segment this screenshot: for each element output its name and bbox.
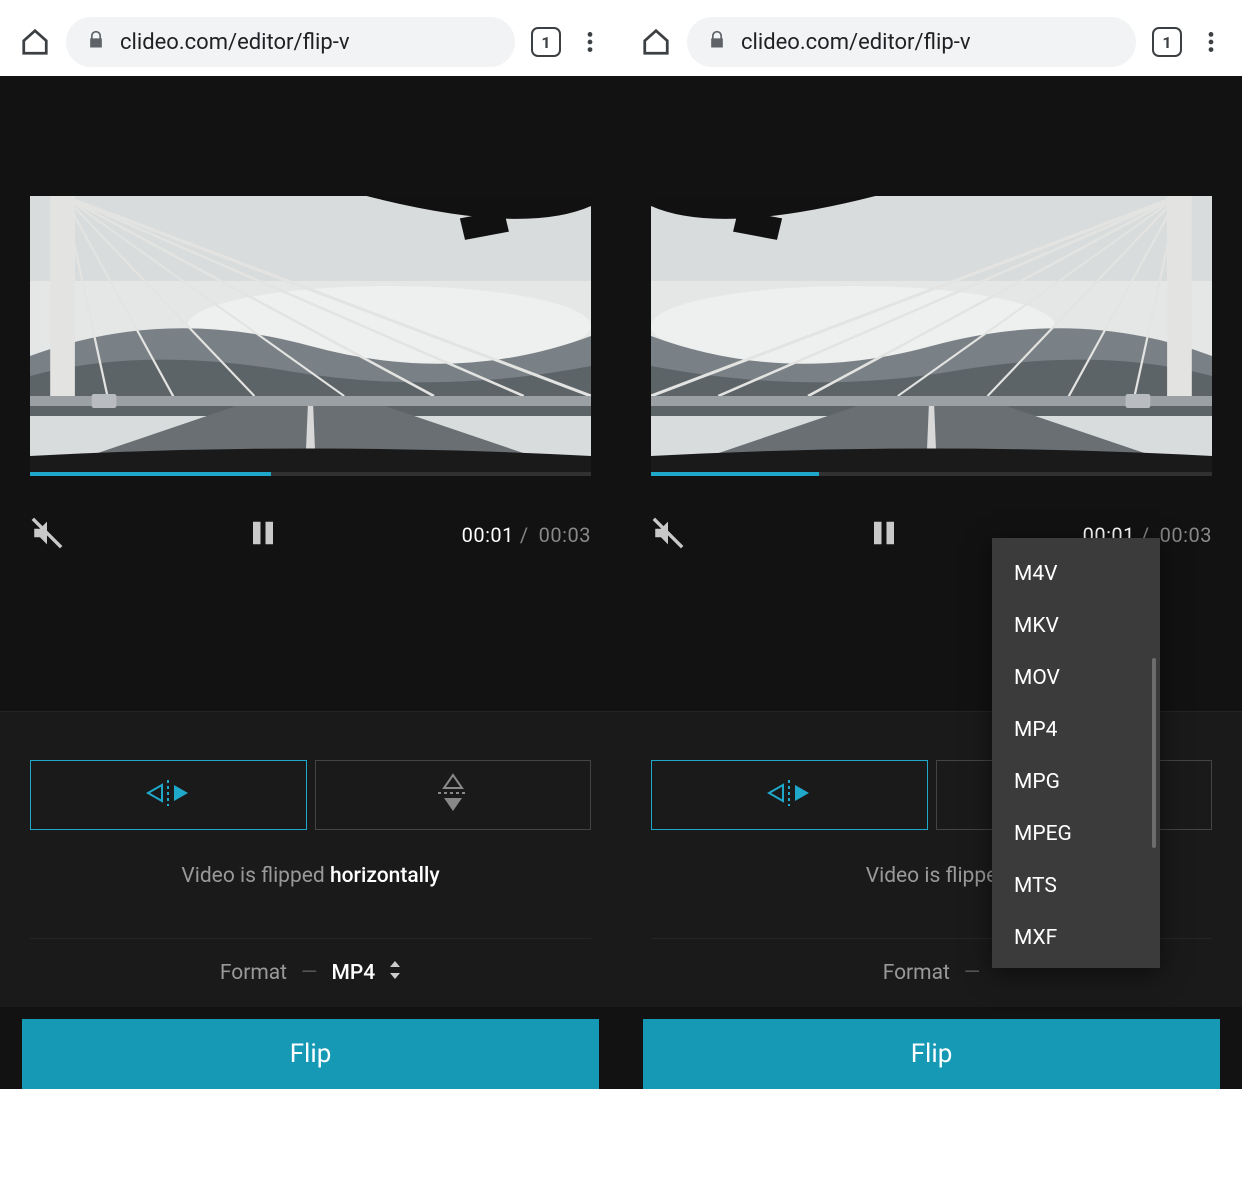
format-label: Format <box>883 961 950 985</box>
flip-status: Video is flipped horizontally <box>30 864 591 888</box>
url-bar[interactable]: clideo.com/editor/flip-v <box>66 17 515 67</box>
format-option[interactable]: MPEG <box>992 808 1160 860</box>
format-option[interactable]: MP4 <box>992 704 1160 756</box>
dropdown-scrollbar[interactable] <box>1152 658 1156 848</box>
format-selector[interactable]: Format — MP4 <box>30 938 591 1007</box>
video-preview[interactable] <box>651 196 1212 476</box>
url-text: clideo.com/editor/flip-v <box>741 30 971 55</box>
kebab-menu-icon[interactable] <box>577 29 603 55</box>
flip-options: Video is flipped horizontally Format — M… <box>0 711 621 1007</box>
format-option[interactable]: MXF <box>992 912 1160 964</box>
format-option[interactable]: M4V <box>992 548 1160 600</box>
app-canvas: 00:01/00:03 <box>0 76 621 1089</box>
sort-icon <box>389 961 401 985</box>
format-option[interactable]: MKV <box>992 600 1160 652</box>
format-label: Format <box>220 961 287 985</box>
flip-horizontal-button[interactable] <box>651 760 928 830</box>
home-icon[interactable] <box>641 27 671 57</box>
mute-icon[interactable] <box>651 516 685 554</box>
format-value: MP4 <box>331 961 375 985</box>
flip-vertical-icon <box>436 773 470 817</box>
kebab-menu-icon[interactable] <box>1198 29 1224 55</box>
lock-icon <box>707 30 727 54</box>
app-canvas: 00:01/00:03 <box>621 76 1242 1089</box>
screenshot-right: clideo.com/editor/flip-v 1 <box>621 8 1242 1089</box>
format-option[interactable]: MPG <box>992 756 1160 808</box>
flip-horizontal-icon <box>765 778 813 812</box>
player-controls: 00:01/00:03 <box>0 476 621 554</box>
home-icon[interactable] <box>20 27 50 57</box>
lock-icon <box>86 30 106 54</box>
browser-bar: clideo.com/editor/flip-v 1 <box>0 8 621 76</box>
tabs-icon[interactable]: 1 <box>531 27 561 57</box>
progress-bar[interactable] <box>30 472 271 476</box>
format-dropdown[interactable]: M4V MKV MOV MP4 MPG MPEG MTS MXF <box>992 538 1160 968</box>
url-bar[interactable]: clideo.com/editor/flip-v <box>687 17 1136 67</box>
pause-icon[interactable] <box>869 516 899 554</box>
browser-bar: clideo.com/editor/flip-v 1 <box>621 8 1242 76</box>
pause-icon[interactable] <box>248 516 278 554</box>
flip-button[interactable]: Flip <box>22 1019 599 1089</box>
tabs-icon[interactable]: 1 <box>1152 27 1182 57</box>
flip-horizontal-button[interactable] <box>30 760 307 830</box>
flip-vertical-button[interactable] <box>315 760 592 830</box>
flip-button[interactable]: Flip <box>643 1019 1220 1089</box>
mute-icon[interactable] <box>30 516 64 554</box>
time-display: 00:01/00:03 <box>462 523 591 547</box>
flip-horizontal-icon <box>144 778 192 812</box>
format-option[interactable]: MOV <box>992 652 1160 704</box>
video-preview[interactable] <box>30 196 591 476</box>
url-text: clideo.com/editor/flip-v <box>120 30 350 55</box>
screenshot-left: clideo.com/editor/flip-v 1 <box>0 8 621 1089</box>
progress-bar[interactable] <box>651 472 819 476</box>
format-option[interactable]: MTS <box>992 860 1160 912</box>
